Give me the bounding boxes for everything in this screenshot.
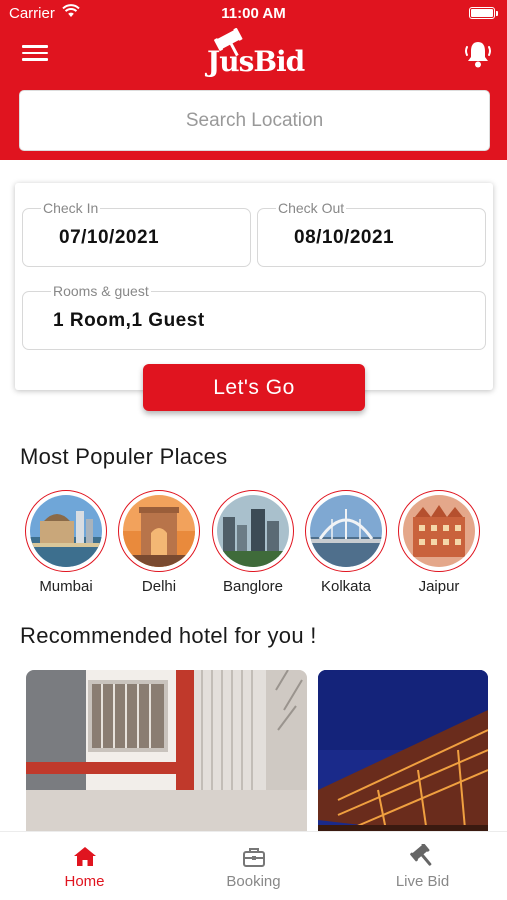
- status-bar: Carrier 11:00 AM: [0, 0, 507, 26]
- check-out-value: 08/10/2021: [294, 227, 395, 248]
- recommended-title: Recommended hotel for you !: [20, 623, 317, 648]
- place-name: Kolkata: [320, 578, 372, 595]
- booking-card: Check In 07/10/2021 Check Out 08/10/2021…: [15, 183, 493, 390]
- jusbid-logo: JusBid: [195, 28, 315, 80]
- check-in-field[interactable]: Check In 07/10/2021: [22, 200, 251, 267]
- place-jaipur-ring: [398, 490, 480, 572]
- gavel-icon: [409, 844, 431, 866]
- rooms-guest-field[interactable]: Rooms & guest 1 Room,1 Guest: [22, 283, 486, 350]
- place-kolkata-ring: [305, 490, 387, 572]
- lets-go-button[interactable]: Let's Go: [143, 364, 365, 411]
- tab-booking[interactable]: Booking: [169, 832, 338, 900]
- check-in-value: 07/10/2021: [59, 227, 160, 248]
- tab-home[interactable]: Home: [0, 832, 169, 900]
- kolkata-photo: [310, 495, 382, 567]
- place-name: Banglore: [222, 578, 284, 595]
- place-mumbai-ring: [25, 490, 107, 572]
- check-out-label: Check Out: [276, 200, 347, 216]
- hotel-photo: [318, 670, 488, 840]
- check-in-label: Check In: [41, 200, 101, 216]
- rooms-guest-label: Rooms & guest: [51, 283, 151, 299]
- hotel-card[interactable]: [26, 670, 307, 840]
- tab-label: Booking: [226, 873, 281, 890]
- status-time: 11:00 AM: [221, 5, 286, 22]
- place-banglore-ring: [212, 490, 294, 572]
- delhi-photo: [123, 495, 195, 567]
- place-name: Mumbai: [39, 578, 93, 595]
- home-icon: [73, 847, 96, 866]
- battery-icon: [469, 7, 498, 19]
- place-jaipur[interactable]: Jaipur: [397, 490, 481, 595]
- mumbai-photo: [30, 495, 102, 567]
- place-delhi[interactable]: Delhi: [117, 490, 201, 595]
- rooms-guest-value: 1 Room,1 Guest: [53, 310, 205, 331]
- hotel-photo: [26, 670, 307, 840]
- place-mumbai[interactable]: Mumbai: [24, 490, 108, 595]
- place-delhi-ring: [118, 490, 200, 572]
- search-location-box[interactable]: [19, 90, 490, 151]
- place-name: Jaipur: [418, 578, 460, 595]
- app-header: Carrier 11:00 AM JusBid: [0, 0, 507, 160]
- bottom-tab-bar: Home Booking Live Bid: [0, 831, 507, 900]
- check-out-field[interactable]: Check Out 08/10/2021: [257, 200, 486, 267]
- tab-label: Home: [64, 873, 105, 890]
- hotel-card[interactable]: [318, 670, 488, 840]
- place-kolkata[interactable]: Kolkata: [304, 490, 388, 595]
- place-banglore[interactable]: Banglore: [211, 490, 295, 595]
- briefcase-icon: [242, 848, 265, 867]
- search-input[interactable]: [20, 91, 489, 150]
- logo-text: JusBid: [207, 45, 305, 78]
- place-name: Delhi: [141, 578, 177, 595]
- popular-places-title: Most Populer Places: [20, 444, 228, 469]
- banglore-photo: [217, 495, 289, 567]
- hamburger-menu-icon[interactable]: [22, 42, 48, 64]
- tab-live-bid[interactable]: Live Bid: [338, 832, 507, 900]
- tab-label: Live Bid: [395, 873, 450, 890]
- jaipur-photo: [403, 495, 475, 567]
- bell-icon[interactable]: [462, 38, 494, 70]
